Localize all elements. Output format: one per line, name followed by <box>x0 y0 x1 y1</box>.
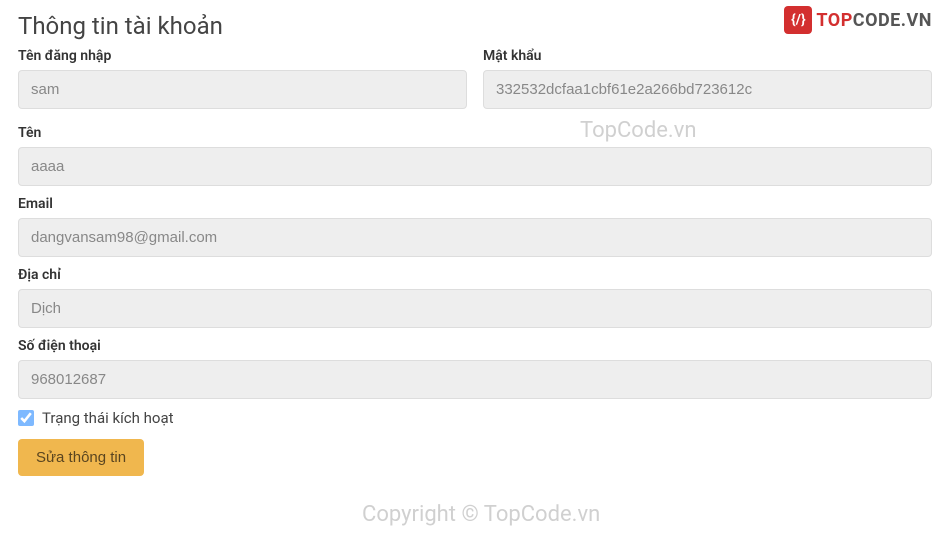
form-group-name: Tên <box>18 125 932 186</box>
form-group-username: Tên đăng nhập <box>18 48 467 109</box>
logo-icon: {/} <box>784 6 812 34</box>
active-status-label: Trạng thái kích hoạt <box>42 409 174 427</box>
password-label: Mật khẩu <box>483 48 932 64</box>
form-group-password: Mật khẩu <box>483 48 932 109</box>
name-label: Tên <box>18 125 932 141</box>
form-group-address: Địa chỉ <box>18 267 932 328</box>
name-input[interactable] <box>18 147 932 186</box>
logo-text-code: CODE.VN <box>853 10 932 31</box>
submit-button[interactable]: Sửa thông tin <box>18 439 144 476</box>
active-status-checkbox[interactable] <box>18 410 34 426</box>
phone-input[interactable] <box>18 360 932 399</box>
active-status-row: Trạng thái kích hoạt <box>18 409 932 427</box>
watermark-copyright: Copyright © TopCode.vn <box>362 502 600 527</box>
form-group-phone: Số điện thoại <box>18 338 932 399</box>
username-input[interactable] <box>18 70 467 109</box>
logo-text: TOPCODE.VN <box>816 10 932 31</box>
password-input[interactable] <box>483 70 932 109</box>
email-label: Email <box>18 196 932 212</box>
address-input[interactable] <box>18 289 932 328</box>
logo: {/} TOPCODE.VN <box>784 6 932 34</box>
form-group-email: Email <box>18 196 932 257</box>
phone-label: Số điện thoại <box>18 338 932 354</box>
email-input[interactable] <box>18 218 932 257</box>
logo-text-top: TOP <box>816 10 852 31</box>
address-label: Địa chỉ <box>18 267 932 283</box>
username-label: Tên đăng nhập <box>18 48 467 64</box>
